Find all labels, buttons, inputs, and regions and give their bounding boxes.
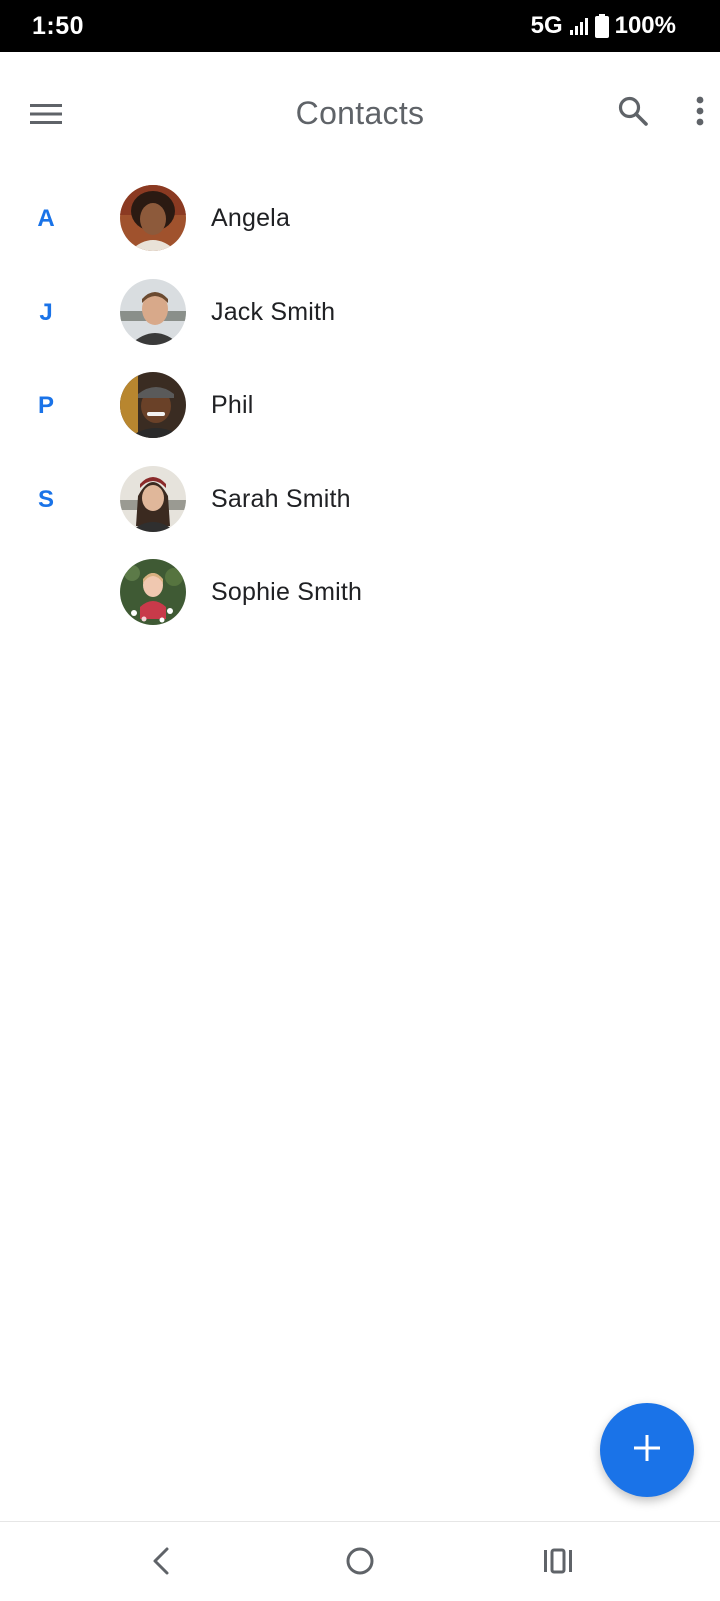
section-letter: J [39,298,53,326]
section-letter [26,546,66,640]
back-button[interactable] [131,1540,191,1586]
section-letter: P [37,392,54,419]
home-icon [345,1546,375,1581]
signal-icon [569,16,589,36]
contact-row-sarah-smith[interactable]: S Sarah Smith [0,453,720,547]
contact-row-sophie-smith[interactable]: Sophie Smith [0,546,720,640]
search-icon [617,95,649,132]
contact-row-phil[interactable]: P Phil [0,359,720,453]
contact-name: Angela [211,204,291,232]
network-type: 5G [530,12,563,39]
status-indicators: 5G 100% [531,12,676,40]
avatar [120,278,186,345]
avatar [120,465,186,532]
contact-name: Sophie Smith [211,578,363,606]
contact-row-angela[interactable]: A Angela [0,172,720,266]
contact-name: Sarah Smith [211,484,351,513]
recents-icon [543,1548,573,1579]
app-bar: Contacts [0,52,720,180]
status-time: 1:50 [32,12,85,40]
recents-button[interactable] [528,1540,588,1586]
contact-name: Jack Smith [211,297,336,326]
battery-icon [594,14,609,38]
avatar [120,559,186,625]
system-nav-bar [0,1521,720,1601]
section-letter: A [37,205,55,232]
avatar [120,372,186,438]
section-letter: S [37,485,54,513]
status-bar: 1:50 5G 100% [0,0,720,52]
contact-name: Phil [211,391,254,419]
home-button[interactable] [330,1540,390,1586]
back-icon [151,1546,171,1581]
battery-level: 100% [614,12,676,39]
more-options-button[interactable] [682,88,718,138]
contact-list: A Angela J Jack Smith P Phil S Sarah Smi… [0,172,720,640]
add-contact-button[interactable] [600,1403,694,1497]
more-vert-icon [695,96,705,131]
add-icon [633,1434,661,1467]
avatar [120,185,186,251]
contact-row-jack-smith[interactable]: J Jack Smith [0,266,720,360]
search-button[interactable] [608,88,658,138]
